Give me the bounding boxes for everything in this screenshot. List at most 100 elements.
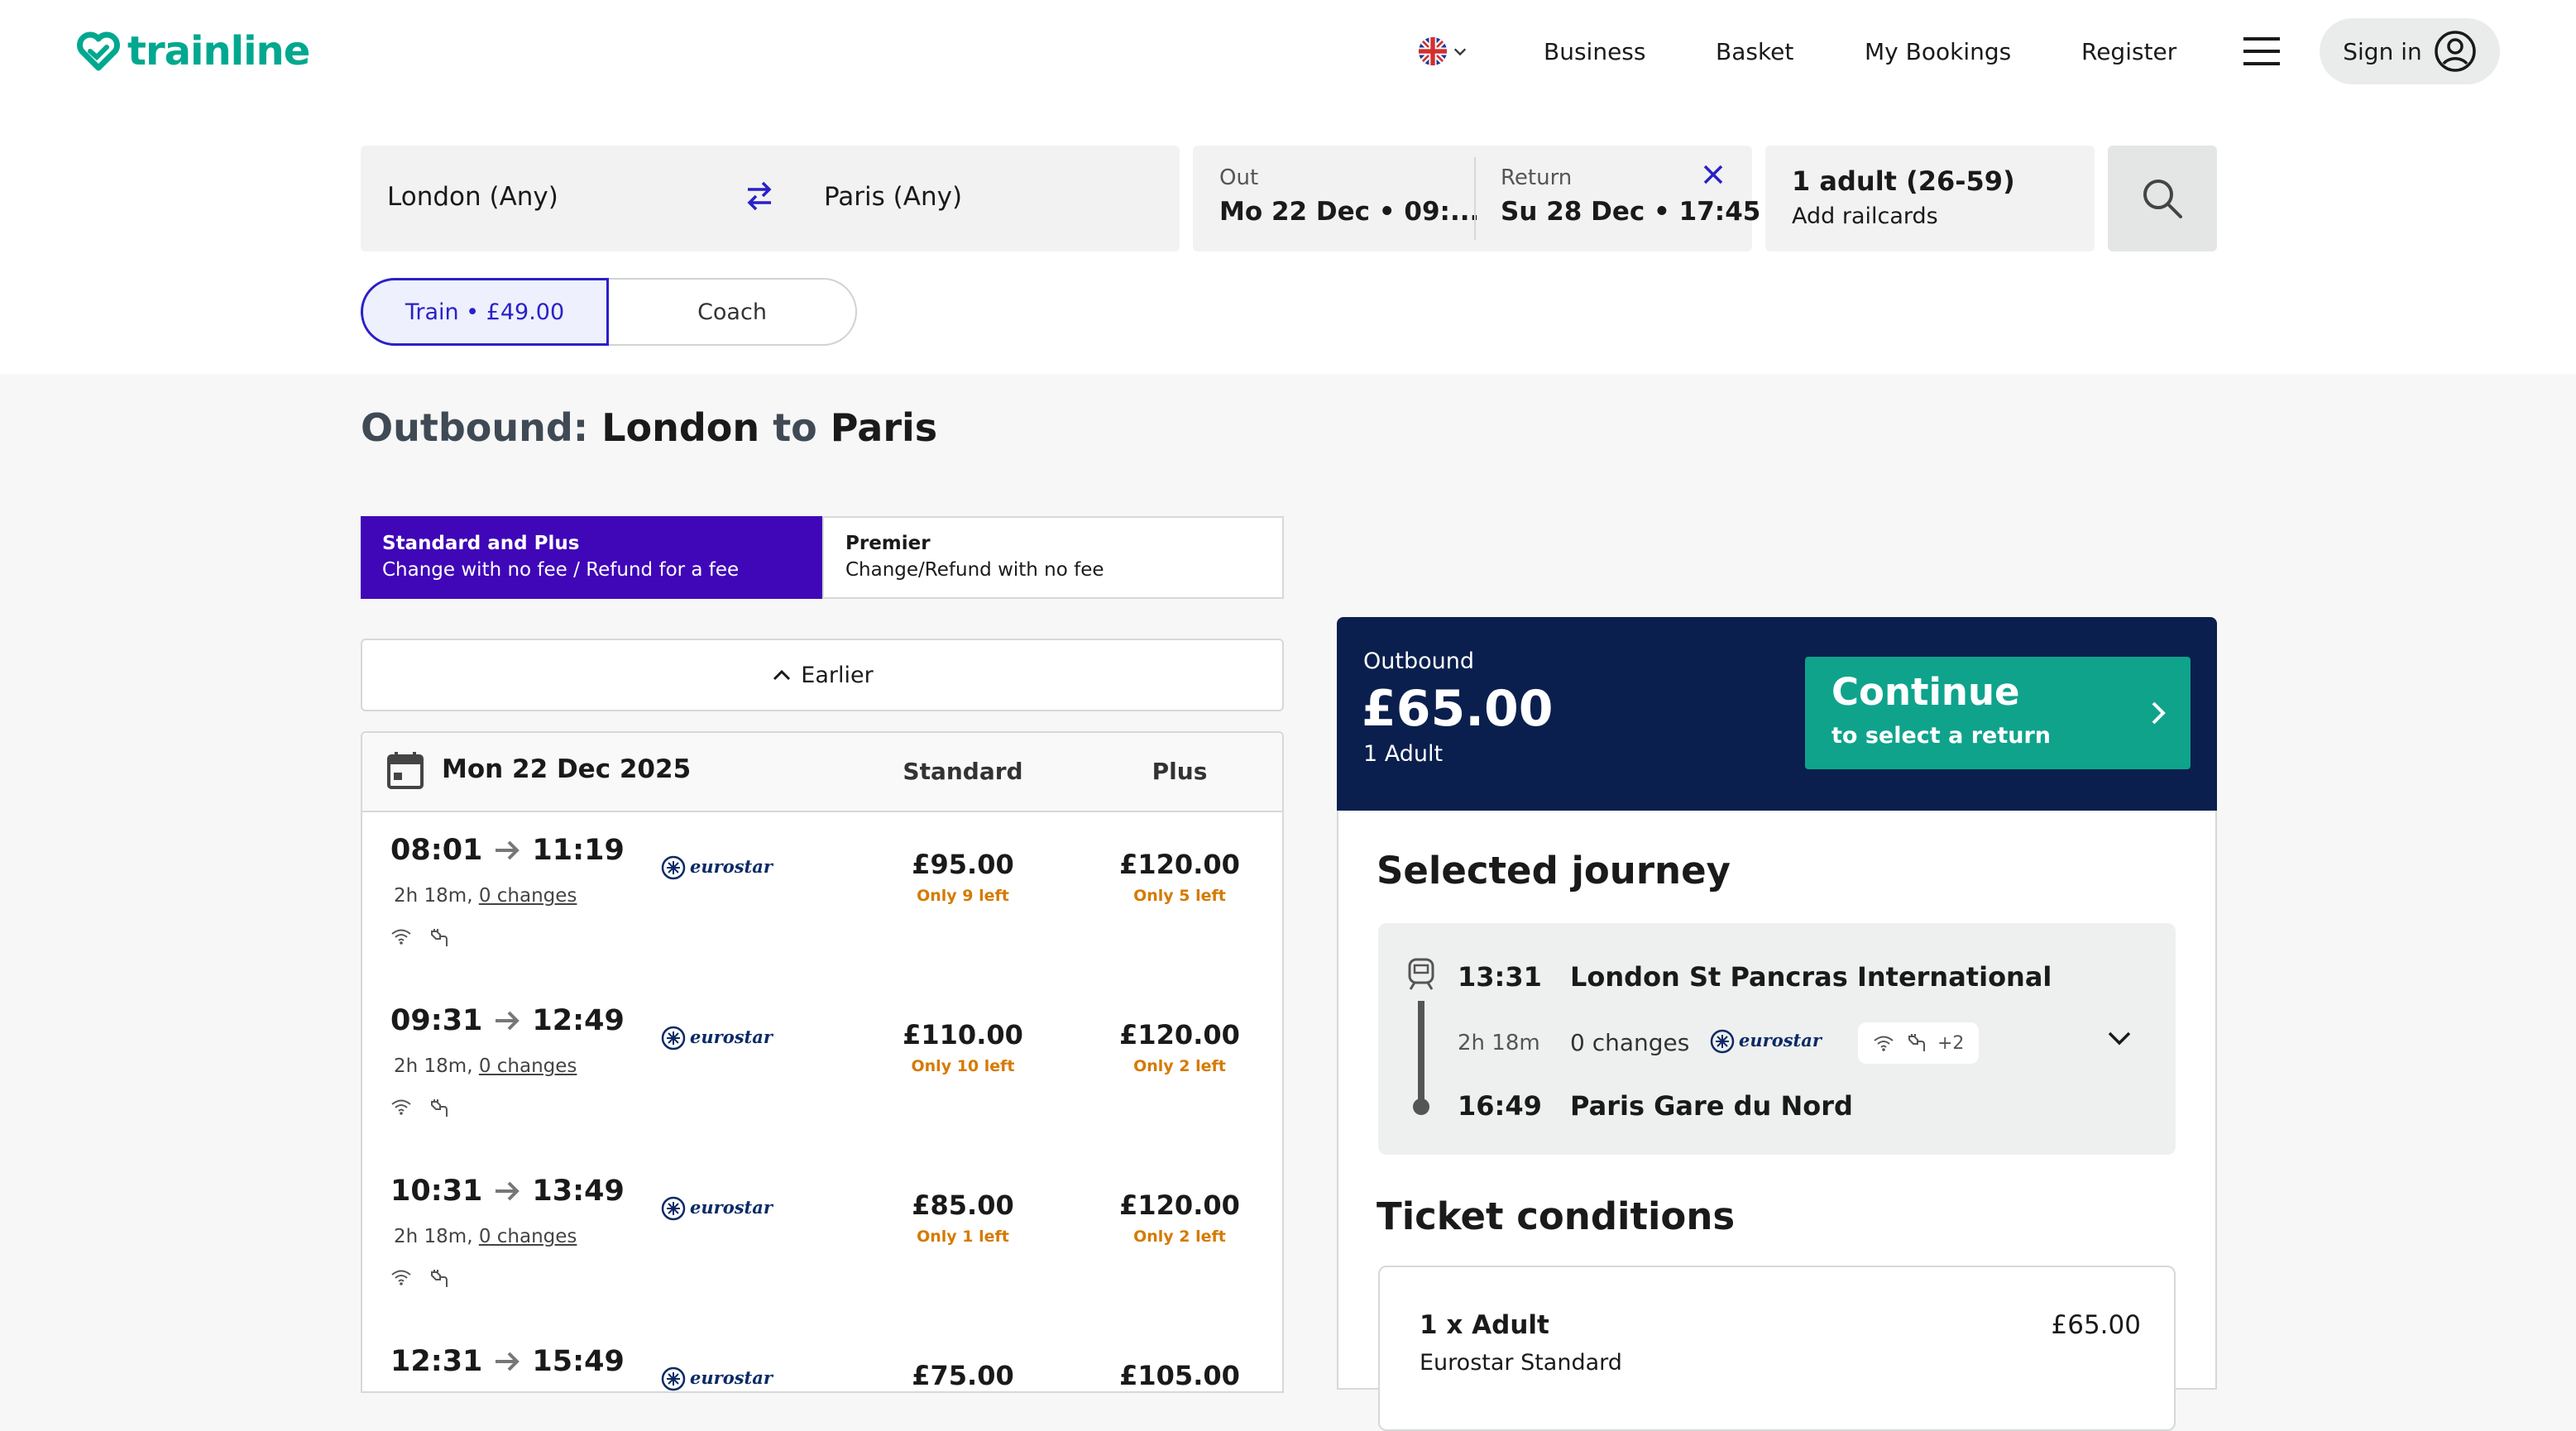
- ticket-conditions-card[interactable]: 1 x Adult £65.00 Eurostar Standard: [1378, 1266, 2176, 1431]
- timeline-line: [1418, 1001, 1424, 1100]
- timeline-dot: [1413, 1098, 1429, 1115]
- arr-time: 12:49: [532, 1004, 625, 1037]
- plus-price[interactable]: £120.00 Only 2 left: [1097, 1019, 1262, 1075]
- trainline-logo[interactable]: trainline: [76, 26, 310, 76]
- title-to-word: to: [773, 405, 817, 450]
- arrow-right-icon: [496, 840, 520, 860]
- chevron-down-icon: [1453, 48, 1467, 56]
- mode-train-tab[interactable]: Train • £49.00: [361, 278, 609, 346]
- results-header: Mon 22 Dec 2025 Standard Plus: [362, 733, 1282, 812]
- changes-link[interactable]: 0 changes: [479, 1055, 577, 1077]
- eurostar-logo: eurostar: [660, 1365, 776, 1391]
- changes-link[interactable]: 0 changes: [479, 885, 577, 907]
- selected-journey-card[interactable]: 13:31 London St Pancras International 2h…: [1378, 923, 2176, 1155]
- nav-register[interactable]: Register: [2081, 30, 2176, 73]
- out-label: Out: [1219, 165, 1259, 190]
- journey-row[interactable]: 12:31 15:49 eurostar £75.00 £105.00: [362, 1323, 1282, 1391]
- standard-price[interactable]: £110.00 Only 10 left: [880, 1019, 1046, 1075]
- earlier-label: Earlier: [801, 662, 874, 688]
- arrow-right-icon: [496, 1352, 520, 1371]
- plus-price[interactable]: £120.00 Only 5 left: [1097, 849, 1262, 905]
- col-plus: Plus: [1152, 758, 1208, 785]
- standard-price[interactable]: £75.00: [880, 1360, 1046, 1391]
- uk-flag-icon: [1418, 36, 1448, 66]
- journey-times: 12:31 15:49: [390, 1345, 625, 1378]
- fare-tab-standard-plus[interactable]: Standard and Plus Change with no fee / R…: [361, 516, 822, 599]
- journey-meta: 2h 18m, 0 changes: [394, 1055, 577, 1077]
- price-amount: £75.00: [912, 1360, 1014, 1391]
- continue-title: Continue: [1831, 670, 2020, 714]
- title-prefix: Outbound:: [361, 405, 589, 450]
- operator-name: eurostar: [1739, 1030, 1823, 1051]
- seats-left: Only 2 left: [1133, 1057, 1226, 1075]
- language-selector[interactable]: [1418, 33, 1468, 69]
- return-value: Su 28 Dec • 17:45: [1501, 197, 1761, 227]
- price-amount: £95.00: [912, 849, 1014, 880]
- fare-tab-subtitle: Change with no fee / Refund for a fee: [382, 559, 740, 581]
- from-station-input[interactable]: London (Any): [387, 182, 558, 212]
- seats-left: Only 10 left: [911, 1057, 1015, 1075]
- fare-tab-premier[interactable]: Premier Change/Refund with no fee: [822, 516, 1284, 599]
- dates-field: Out Mo 22 Dec • 09:... Return Su 28 Dec …: [1193, 146, 1760, 251]
- nav-basket[interactable]: Basket: [1716, 30, 1793, 73]
- add-railcards-link[interactable]: Add railcards: [1792, 203, 1938, 229]
- wifi-icon: [391, 1270, 411, 1285]
- summary-passengers: 1 Adult: [1363, 741, 1444, 767]
- amenities-pill: +2: [1858, 1022, 1980, 1064]
- journey-times: 09:31 12:49: [390, 1004, 625, 1037]
- journey-row[interactable]: 08:01 11:19 2h 18m, 0 changes eurostar £…: [362, 812, 1282, 984]
- return-label: Return: [1501, 165, 1573, 190]
- journey-row[interactable]: 10:31 13:49 2h 18m, 0 changes eurostar £…: [362, 1153, 1282, 1325]
- dep-time: 09:31: [390, 1004, 483, 1037]
- nav-business[interactable]: Business: [1544, 30, 1645, 73]
- passengers-value: 1 adult (26-59): [1792, 165, 2015, 197]
- results-date: Mon 22 Dec 2025: [442, 754, 692, 784]
- arr-time: 15:49: [532, 1345, 625, 1378]
- more-amenities: +2: [1937, 1032, 1965, 1054]
- swap-stations-icon[interactable]: [745, 179, 774, 217]
- standard-price[interactable]: £85.00 Only 1 left: [880, 1189, 1046, 1246]
- logo-text: trainline: [127, 28, 310, 74]
- condition-ticket-type: Eurostar Standard: [1420, 1350, 1622, 1376]
- search-icon: [2143, 179, 2182, 218]
- plus-price[interactable]: £120.00 Only 2 left: [1097, 1189, 1262, 1246]
- menu-icon[interactable]: [2243, 36, 2280, 69]
- journey-times: 10:31 13:49: [390, 1175, 625, 1208]
- plug-icon: [1908, 1034, 1925, 1051]
- journey-row[interactable]: 09:31 12:49 2h 18m, 0 changes eurostar £…: [362, 983, 1282, 1155]
- outbound-date-input[interactable]: Out Mo 22 Dec • 09:...: [1193, 146, 1479, 251]
- chevron-up-icon: [773, 669, 791, 681]
- mode-coach-tab[interactable]: Coach: [609, 278, 857, 346]
- sign-in-button[interactable]: Sign in: [2320, 18, 2500, 84]
- chevron-down-icon[interactable]: [2106, 1029, 2133, 1047]
- train-icon: [1408, 958, 1434, 990]
- return-date-input[interactable]: Return Su 28 Dec • 17:45: [1476, 146, 1760, 251]
- changes-link[interactable]: 0 changes: [479, 1226, 577, 1247]
- duration: 2h 18m,: [394, 885, 473, 907]
- earlier-button[interactable]: Earlier: [361, 639, 1284, 711]
- plug-icon: [431, 1270, 448, 1287]
- price-amount: £110.00: [903, 1019, 1023, 1051]
- continue-subtitle: to select a return: [1831, 723, 2052, 749]
- operator-name: eurostar: [690, 856, 774, 877]
- price-amount: £120.00: [1119, 1019, 1240, 1051]
- price-amount: £120.00: [1119, 849, 1240, 880]
- clear-return-icon[interactable]: [1702, 164, 1724, 189]
- search-button[interactable]: [2108, 146, 2217, 251]
- plus-price[interactable]: £105.00: [1097, 1360, 1262, 1391]
- title-from: London: [601, 405, 760, 450]
- wifi-icon: [1874, 1036, 1894, 1051]
- amenities: [390, 928, 448, 948]
- nav-my-bookings[interactable]: My Bookings: [1865, 30, 2011, 73]
- duration: 2h 18m,: [394, 1055, 473, 1077]
- calendar-icon: [387, 752, 424, 789]
- eurostar-logo: eurostar: [1710, 1029, 1823, 1054]
- standard-price[interactable]: £95.00 Only 9 left: [880, 849, 1046, 905]
- continue-button[interactable]: Continue to select a return: [1805, 657, 2191, 769]
- fare-tab-subtitle: Change/Refund with no fee: [845, 559, 1104, 581]
- dep-time: 13:31: [1458, 961, 1542, 993]
- fare-tab-title: Premier: [845, 533, 931, 554]
- to-station-input[interactable]: Paris (Any): [824, 182, 962, 212]
- passengers-field[interactable]: 1 adult (26-59) Add railcards: [1765, 146, 2095, 251]
- condition-passenger: 1 x Adult: [1420, 1310, 1549, 1340]
